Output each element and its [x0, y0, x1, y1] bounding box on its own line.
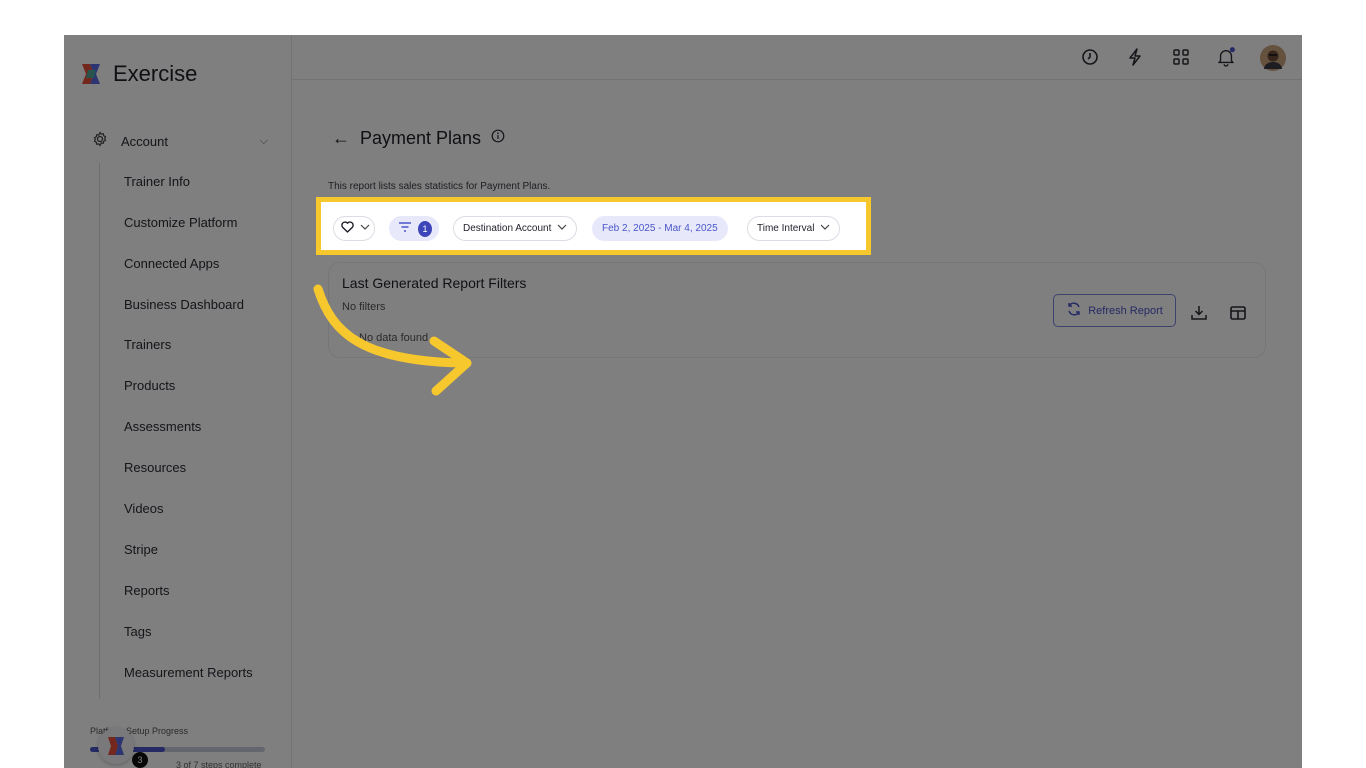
sidebar-item-reports[interactable]: Reports	[124, 581, 170, 601]
sidebar-item-assessments[interactable]: Assessments	[124, 417, 201, 437]
refresh-report-button[interactable]: Refresh Report	[1053, 294, 1176, 327]
setup-badge-logo-icon[interactable]	[98, 728, 134, 764]
filter-button[interactable]: 1	[389, 216, 439, 241]
page-header: ← Payment Plans	[332, 128, 505, 149]
apps-grid-icon[interactable]	[1171, 47, 1191, 67]
date-range-label: Feb 2, 2025 - Mar 4, 2025	[602, 223, 718, 234]
sidebar-account-toggle[interactable]: Account ⌵	[92, 130, 268, 152]
sidebar-item-tags[interactable]: Tags	[124, 622, 151, 642]
refresh-icon	[1066, 301, 1082, 320]
tutorial-arrow-icon	[313, 284, 472, 396]
setup-progress-sub: 3 of 7 steps complete	[176, 760, 262, 768]
download-icon[interactable]	[1189, 303, 1209, 323]
app-name: Exercise	[113, 61, 198, 86]
sidebar-item-measurement-reports[interactable]: Measurement Reports	[124, 663, 253, 683]
heart-icon	[341, 221, 354, 236]
sidebar-account-label: Account	[121, 133, 168, 149]
destination-account-label: Destination Account	[463, 223, 552, 234]
app-window: Exercise Account ⌵ Trainer Info Customiz…	[64, 35, 1302, 768]
date-range-picker[interactable]: Feb 2, 2025 - Mar 4, 2025	[592, 216, 728, 241]
page-title: Payment Plans	[360, 128, 482, 148]
gear-icon	[92, 130, 108, 152]
filter-icon	[398, 221, 412, 236]
time-interval-label: Time Interval	[757, 223, 815, 234]
chevron-down-icon: ⌵	[259, 134, 268, 147]
chevron-down-icon	[557, 223, 567, 234]
favorites-dropdown[interactable]	[333, 216, 375, 241]
page-description: This report lists sales statistics for P…	[328, 181, 551, 192]
sidebar-item-connected-apps[interactable]: Connected Apps	[124, 254, 219, 274]
user-avatar[interactable]	[1260, 45, 1286, 71]
chevron-down-icon	[360, 223, 370, 234]
sidebar-item-resources[interactable]: Resources	[124, 458, 186, 478]
clock-icon[interactable]	[1080, 47, 1100, 67]
setup-step-count-badge: 3	[132, 752, 148, 768]
logo-mark-icon	[80, 62, 104, 86]
top-bar	[292, 35, 1302, 80]
chevron-down-icon	[820, 223, 830, 234]
setup-progress[interactable]: Platform Setup Progress 3 3 of 7 steps c…	[90, 726, 270, 768]
bolt-icon[interactable]	[1125, 47, 1145, 67]
sidebar-item-products[interactable]: Products	[124, 376, 175, 396]
sidebar-item-trainer-info[interactable]: Trainer Info	[124, 172, 190, 192]
back-arrow-icon[interactable]: ←	[332, 128, 350, 149]
highlighted-filter-bar: 1 Destination Account Feb 2, 2025 - Mar …	[316, 197, 871, 255]
filter-count-badge: 1	[418, 220, 432, 237]
sidebar-item-trainers[interactable]: Trainers	[124, 335, 171, 355]
sidebar: Exercise Account ⌵ Trainer Info Customiz…	[64, 35, 292, 768]
sidebar-item-videos[interactable]: Videos	[124, 499, 164, 519]
sidebar-item-customize-platform[interactable]: Customize Platform	[124, 213, 237, 233]
info-icon[interactable]	[491, 129, 505, 148]
sidebar-item-business-dashboard[interactable]: Business Dashboard	[124, 295, 244, 315]
refresh-report-label: Refresh Report	[1088, 304, 1163, 317]
sidebar-item-stripe[interactable]: Stripe	[124, 540, 158, 560]
nav-divider	[99, 163, 100, 699]
table-view-icon[interactable]	[1228, 303, 1248, 323]
app-logo[interactable]: Exercise	[80, 61, 197, 87]
destination-account-dropdown[interactable]: Destination Account	[453, 216, 578, 241]
time-interval-dropdown[interactable]: Time Interval	[747, 216, 841, 241]
bell-icon[interactable]	[1216, 47, 1236, 67]
